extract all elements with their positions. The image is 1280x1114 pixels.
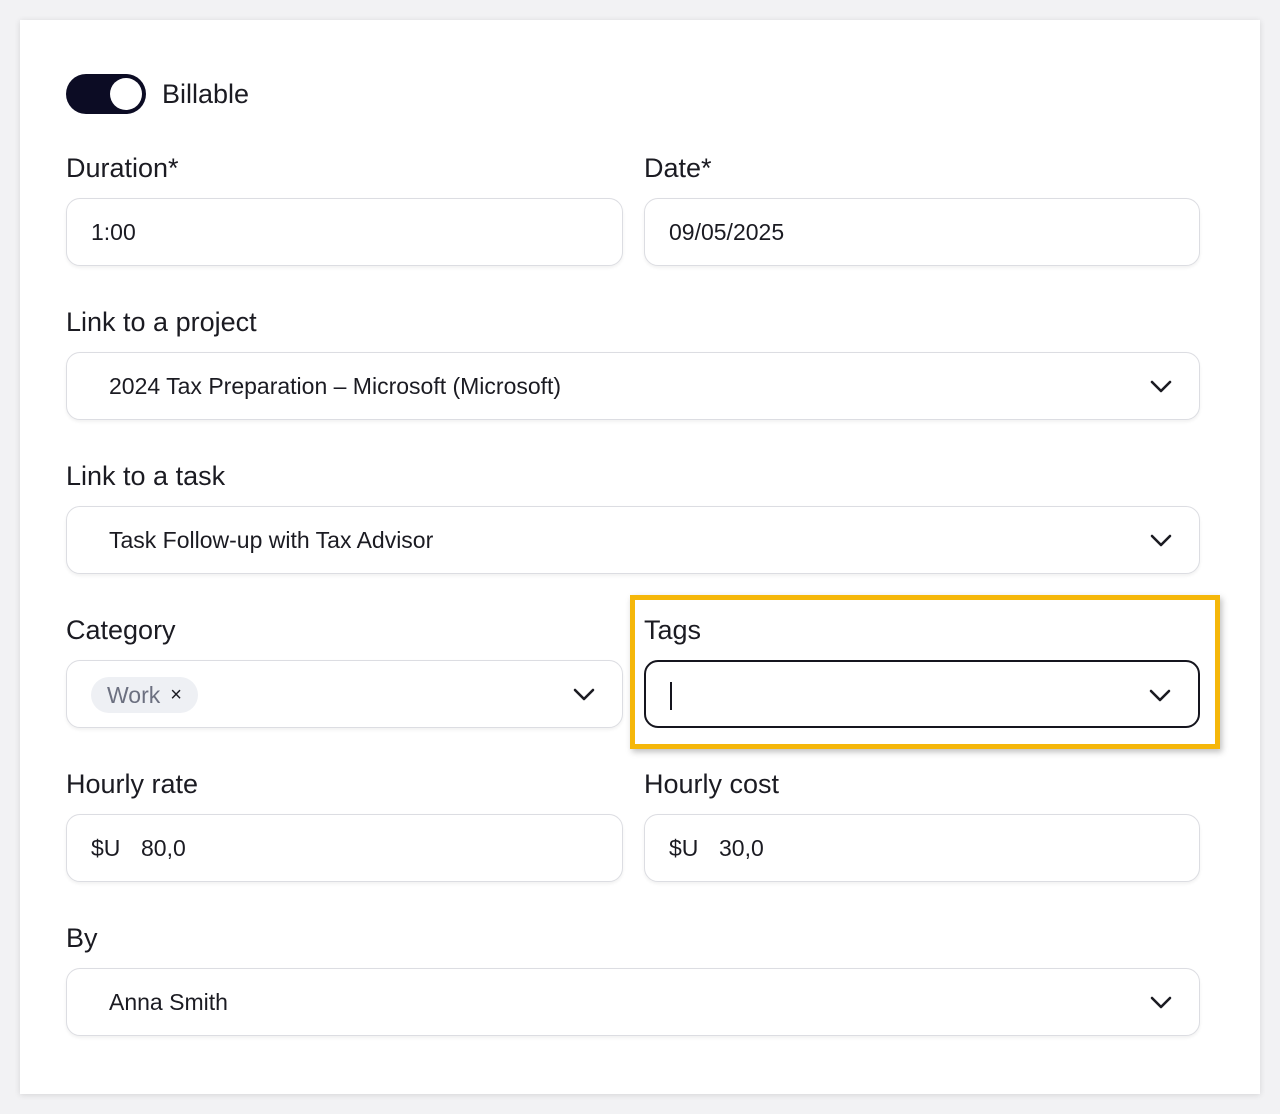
project-select[interactable]: 2024 Tax Preparation – Microsoft (Micros… [66,352,1200,420]
time-entry-form: Billable Duration* 1:00 Date* 09/05/2025… [20,20,1260,1094]
hourly-rate-input[interactable]: $U 80,0 [66,814,623,882]
task-label: Link to a task [66,461,226,491]
chevron-down-icon [573,688,595,701]
hourly-rate-amount: 80,0 [141,835,186,861]
duration-label: Duration* [66,153,179,183]
hourly-cost-input[interactable]: $U 30,0 [644,814,1200,882]
chip-remove-icon[interactable]: × [170,684,182,707]
tags-input[interactable] [644,660,1200,728]
tags-label: Tags [644,615,702,645]
hourly-rate-currency: $U [91,835,121,861]
date-value: 09/05/2025 [669,219,785,245]
date-label: Date* [644,153,712,183]
billable-label: Billable [162,79,250,109]
category-chip: Work × [91,677,198,713]
project-value: 2024 Tax Preparation – Microsoft (Micros… [109,373,562,399]
duration-input[interactable]: 1:00 [66,198,623,266]
duration-value: 1:00 [91,219,136,245]
category-chip-label: Work [107,681,161,708]
toggle-knob [110,78,142,110]
by-value: Anna Smith [109,989,228,1015]
task-select[interactable]: Task Follow-up with Tax Advisor [66,506,1200,574]
by-select[interactable]: Anna Smith [66,968,1200,1036]
date-input[interactable]: 09/05/2025 [644,198,1200,266]
by-label: By [66,923,98,953]
hourly-cost-currency: $U [669,835,699,861]
hourly-rate-label: Hourly rate [66,769,199,799]
task-value: Task Follow-up with Tax Advisor [109,527,434,553]
hourly-cost-amount: 30,0 [719,835,764,861]
chevron-down-icon [1150,534,1172,547]
chevron-down-icon [1150,996,1172,1009]
hourly-cost-value: $U 30,0 [669,815,764,881]
hourly-cost-label: Hourly cost [644,769,780,799]
chevron-down-icon [1149,689,1171,702]
project-label: Link to a project [66,307,257,337]
hourly-rate-value: $U 80,0 [91,815,186,881]
text-cursor [670,682,672,710]
category-label: Category [66,615,176,645]
chevron-down-icon [1150,380,1172,393]
billable-toggle[interactable] [66,74,146,114]
category-select[interactable]: Work × [66,660,623,728]
